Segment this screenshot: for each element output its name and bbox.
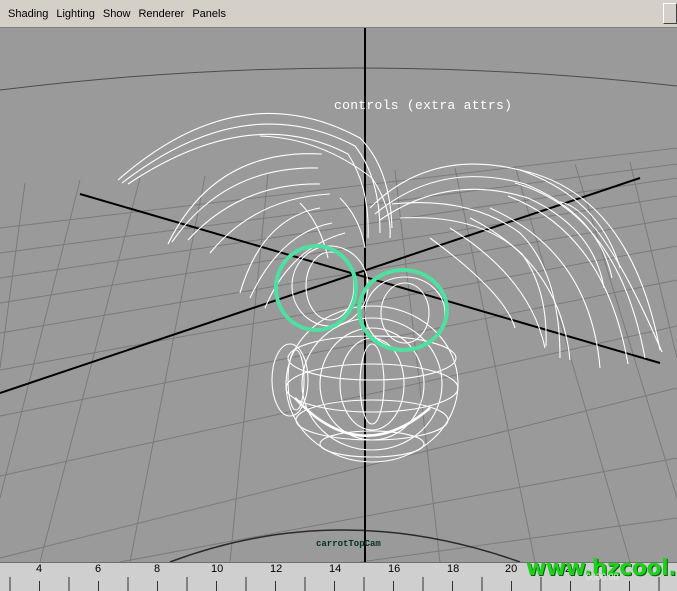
panel-maximize-button[interactable] [663, 3, 677, 24]
menu-renderer[interactable]: Renderer [134, 8, 188, 20]
frame-label: 20 [505, 563, 518, 575]
menu-panels[interactable]: Panels [188, 8, 230, 20]
frame-label: 12 [270, 563, 283, 575]
menu-show[interactable]: Show [99, 8, 135, 20]
menu-lighting[interactable]: Lighting [52, 8, 99, 20]
frame-label: 10 [211, 563, 224, 575]
maya-panel: Shading Lighting Show Renderer Panels co… [0, 0, 677, 591]
frame-label: 18 [447, 563, 460, 575]
camera-name-label: carrotTopCam [316, 539, 381, 549]
frame-label: 6 [95, 563, 102, 575]
menu-shading[interactable]: Shading [4, 8, 52, 20]
controls-annotation: controls (extra attrs) [334, 98, 513, 113]
frame-label: 4 [36, 563, 43, 575]
watermark-tail: 0000.00 [586, 572, 619, 582]
frame-label: 16 [388, 563, 401, 575]
panel-menubar: Shading Lighting Show Renderer Panels [0, 0, 677, 28]
frame-label: 14 [329, 563, 342, 575]
frame-label: 8 [154, 563, 161, 575]
